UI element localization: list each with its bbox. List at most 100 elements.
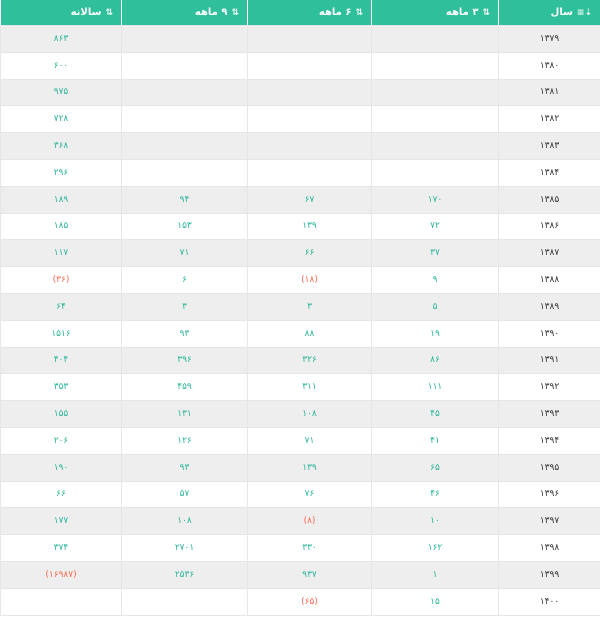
column-header-year[interactable]: ⇣≡ سال — [498, 0, 600, 26]
cell-9-month: ۲۷۰۱ — [121, 534, 248, 562]
table-header: ⇣≡سال ⇅۳ ماهه ⇅۶ ماهه ⇅۹ ماهه ⇅سالانه — [0, 0, 600, 26]
column-header-label: سال — [550, 7, 573, 18]
cell-3-month — [371, 158, 499, 187]
cell-year: ۱۳۸۲ — [498, 105, 600, 134]
cell-9-month: ۵۷ — [121, 480, 248, 509]
cell-annual: ۱۵۱۶ — [0, 319, 122, 348]
column-header-6-month[interactable]: ⇅۶ ماهه — [247, 0, 372, 26]
cell-6-month: ۳ — [247, 292, 372, 321]
cell-9-month — [121, 587, 248, 616]
cell-6-month: ۷۶ — [247, 480, 372, 509]
cell-year: ۱۳۸۰ — [498, 51, 600, 80]
cell-year: ۱۳۹۴ — [498, 426, 600, 455]
cell-6-month: (۶۵) — [247, 587, 372, 616]
table-row: ۱۳۹۱ ۸۶ ۳۲۶ ۳۹۶ ۴۰۴ — [0, 346, 600, 375]
cell-6-month: ۸۸ — [247, 319, 372, 348]
cell-6-month — [247, 105, 372, 134]
results-table: ⇣≡سال ⇅۳ ماهه ⇅۶ ماهه ⇅۹ ماهه ⇅سالانه ۱۳… — [0, 0, 600, 616]
cell-annual: ۸۶۳ — [0, 25, 122, 53]
sort-both-icon[interactable]: ⇅ — [355, 8, 363, 18]
cell-6-month — [247, 25, 372, 53]
cell-year: ۱۳۹۱ — [498, 346, 600, 375]
table-row: ۱۳۹۵ ۶۵ ۱۳۹ ۹۳ ۱۹۰ — [0, 453, 600, 482]
cell-9-month — [121, 51, 248, 80]
cell-annual: ۱۸۹ — [0, 185, 122, 214]
cell-3-month — [371, 132, 499, 160]
table-row: ۱۳۸۰ ۶۰۰ — [0, 51, 600, 80]
cell-6-month: ۷۱ — [247, 426, 372, 455]
cell-year: ۱۳۸۵ — [498, 185, 600, 214]
cell-6-month: ۶۶ — [247, 239, 372, 268]
table-row: ۱۳۸۸ ۹ (۱۸) ۶ (۳۶) — [0, 266, 600, 294]
cell-3-month: ۱۹ — [371, 319, 499, 348]
sort-both-icon[interactable]: ⇅ — [105, 8, 113, 18]
cell-year: ۱۳۹۰ — [498, 319, 600, 348]
cell-year: ۱۴۰۰ — [498, 587, 600, 616]
column-header-3-month[interactable]: ⇅۳ ماهه — [371, 0, 499, 26]
cell-annual: ۱۸۵ — [0, 212, 122, 241]
cell-6-month: ۳۱۱ — [247, 373, 372, 402]
cell-9-month: ۶ — [121, 266, 248, 294]
cell-9-month — [121, 105, 248, 134]
cell-6-month: (۸) — [247, 507, 372, 536]
column-header-9-month[interactable]: ⇅۹ ماهه — [121, 0, 248, 26]
cell-9-month — [121, 132, 248, 160]
cell-annual: ۹۷۵ — [0, 78, 122, 107]
cell-year: ۱۳۸۳ — [498, 132, 600, 160]
sort-both-icon[interactable]: ⇅ — [231, 8, 239, 18]
cell-annual — [0, 587, 122, 616]
table-row: ۱۳۸۵ ۱۷۰ ۶۷ ۹۴ ۱۸۹ — [0, 185, 600, 214]
cell-year: ۱۳۹۶ — [498, 480, 600, 509]
cell-annual: (۱۶۹۸۷) — [0, 560, 122, 589]
cell-year: ۱۳۷۹ — [498, 25, 600, 53]
sort-ascending-icon[interactable]: ⇣≡ — [577, 8, 592, 18]
table-row: ۱۳۸۳ ۳۶۸ — [0, 132, 600, 160]
cell-3-month — [371, 25, 499, 53]
cell-annual: ۱۷۷ — [0, 507, 122, 536]
table-row: ۱۳۹۶ ۴۶ ۷۶ ۵۷ ۶۶ — [0, 480, 600, 509]
cell-3-month: ۱۶۲ — [371, 534, 499, 562]
table-row: ۱۳۹۹ ۱ ۹۳۷ ۲۵۳۶ (۱۶۹۸۷) — [0, 560, 600, 589]
table-row: ۱۳۹۰ ۱۹ ۸۸ ۹۳ ۱۵۱۶ — [0, 319, 600, 348]
column-header-label: سالانه — [70, 7, 102, 18]
table-row: ۱۴۰۰ ۱۵ (۶۵) — [0, 587, 600, 616]
table-row: ۱۳۷۹ ۸۶۳ — [0, 25, 600, 53]
cell-3-month: ۶۵ — [371, 453, 499, 482]
sort-both-icon[interactable]: ⇅ — [482, 8, 490, 18]
cell-9-month: ۷۱ — [121, 239, 248, 268]
cell-annual: ۶۶ — [0, 480, 122, 509]
cell-9-month: ۹۳ — [121, 319, 248, 348]
cell-annual: ۷۲۸ — [0, 105, 122, 134]
cell-year: ۱۳۹۷ — [498, 507, 600, 536]
cell-9-month: ۱۲۶ — [121, 426, 248, 455]
cell-9-month: ۱۰۸ — [121, 507, 248, 536]
table-row: ۱۳۸۹ ۵ ۳ ۳ ۶۴ — [0, 292, 600, 321]
cell-3-month: ۳۷ — [371, 239, 499, 268]
cell-3-month: ۵ — [371, 292, 499, 321]
cell-3-month: ۱ — [371, 560, 499, 589]
cell-year: ۱۳۸۹ — [498, 292, 600, 321]
cell-year: ۱۳۹۵ — [498, 453, 600, 482]
cell-6-month: ۱۳۹ — [247, 212, 372, 241]
cell-3-month — [371, 78, 499, 107]
cell-9-month: ۳ — [121, 292, 248, 321]
table-row: ۱۳۸۴ ۲۹۶ — [0, 158, 600, 187]
cell-3-month: ۹ — [371, 266, 499, 294]
cell-9-month — [121, 78, 248, 107]
cell-6-month — [247, 51, 372, 80]
cell-9-month: ۹۴ — [121, 185, 248, 214]
cell-6-month: ۳۳۰ — [247, 534, 372, 562]
cell-6-month: ۱۳۹ — [247, 453, 372, 482]
cell-year: ۱۳۹۳ — [498, 400, 600, 428]
cell-3-month: ۱۷۰ — [371, 185, 499, 214]
cell-6-month: (۱۸) — [247, 266, 372, 294]
cell-annual: ۱۵۵ — [0, 400, 122, 428]
cell-6-month: ۱۰۸ — [247, 400, 372, 428]
cell-3-month: ۴۵ — [371, 400, 499, 428]
column-header-label: ۳ ماهه — [445, 7, 479, 18]
cell-annual: ۱۹۰ — [0, 453, 122, 482]
cell-year: ۱۳۸۷ — [498, 239, 600, 268]
cell-annual: ۶۰۰ — [0, 51, 122, 80]
column-header-annual[interactable]: ⇅سالانه — [0, 0, 122, 26]
cell-3-month: ۱۰ — [371, 507, 499, 536]
